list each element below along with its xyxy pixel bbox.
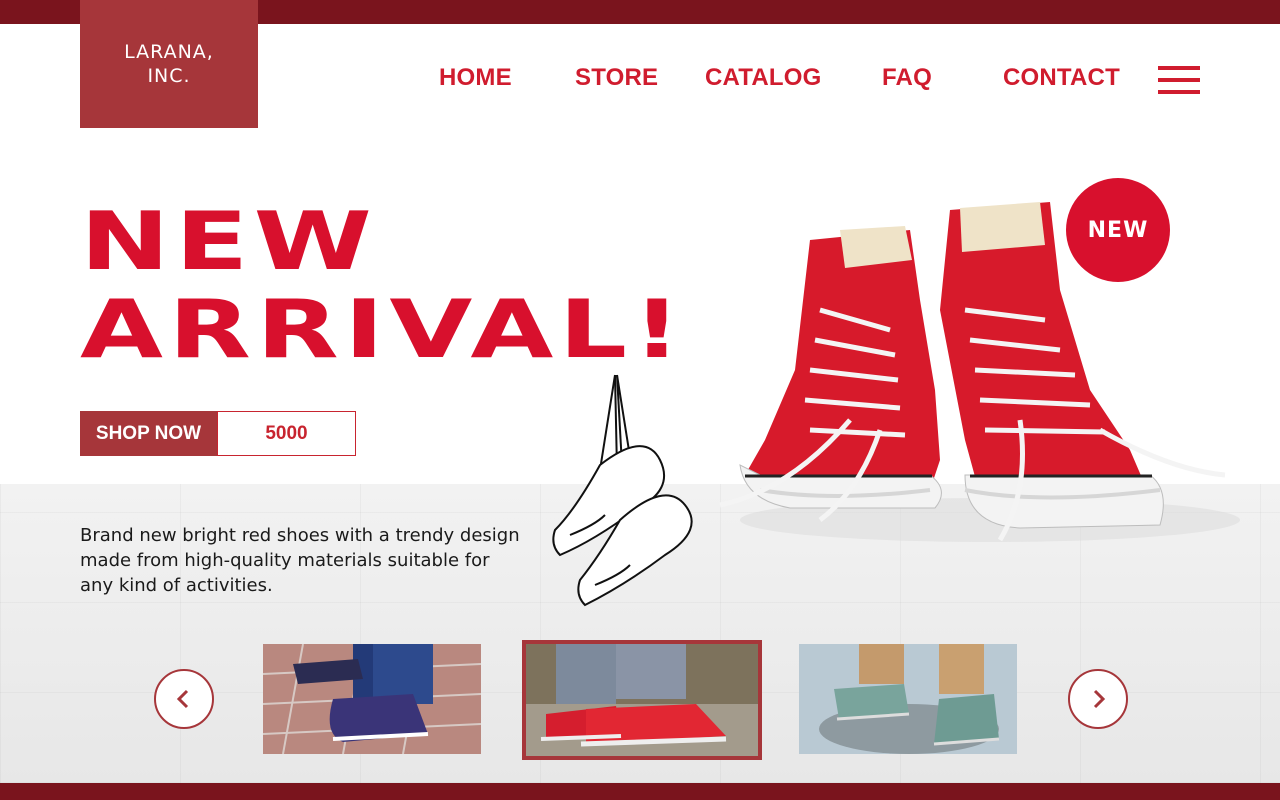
bottom-accent-bar — [0, 783, 1280, 800]
brand-name-line1: LARANA, — [124, 41, 214, 63]
price-display: 5000 — [217, 411, 356, 456]
carousel-thumbnail-teal-sneakers[interactable] — [799, 644, 1017, 754]
nav-faq-link[interactable]: FAQ — [882, 64, 932, 92]
carousel-next-button[interactable] — [1068, 669, 1128, 729]
hero-title: NEW ARRIVAL! — [80, 198, 687, 374]
hamburger-line — [1158, 90, 1200, 94]
carousel-prev-button[interactable] — [154, 669, 214, 729]
new-badge: NEW — [1066, 178, 1170, 282]
shop-now-button[interactable]: SHOP NOW — [80, 411, 217, 456]
nav-home-link[interactable]: HOME — [439, 64, 512, 92]
nav-store-link[interactable]: STORE — [575, 64, 658, 92]
carousel-thumbnail-red-sneakers[interactable] — [522, 640, 762, 760]
hero-title-line2: ARRIVAL! — [80, 283, 687, 376]
chevron-right-icon — [1093, 689, 1106, 709]
hamburger-line — [1158, 78, 1200, 82]
hero-title-line1: NEW — [80, 195, 378, 288]
hanging-sneakers-illustration — [552, 374, 693, 607]
carousel-thumbnail-purple-sneakers[interactable] — [263, 644, 481, 754]
hamburger-menu-icon[interactable] — [1158, 66, 1200, 94]
product-description: Brand new bright red shoes with a trendy… — [80, 525, 520, 596]
nav-catalog-link[interactable]: CATALOG — [705, 64, 822, 92]
chevron-left-icon — [176, 689, 189, 709]
hamburger-line — [1158, 66, 1200, 70]
nav-contact-link[interactable]: CONTACT — [1003, 64, 1120, 92]
main-navigation: HOME STORE CATALOG FAQ CONTACT — [0, 64, 1280, 96]
